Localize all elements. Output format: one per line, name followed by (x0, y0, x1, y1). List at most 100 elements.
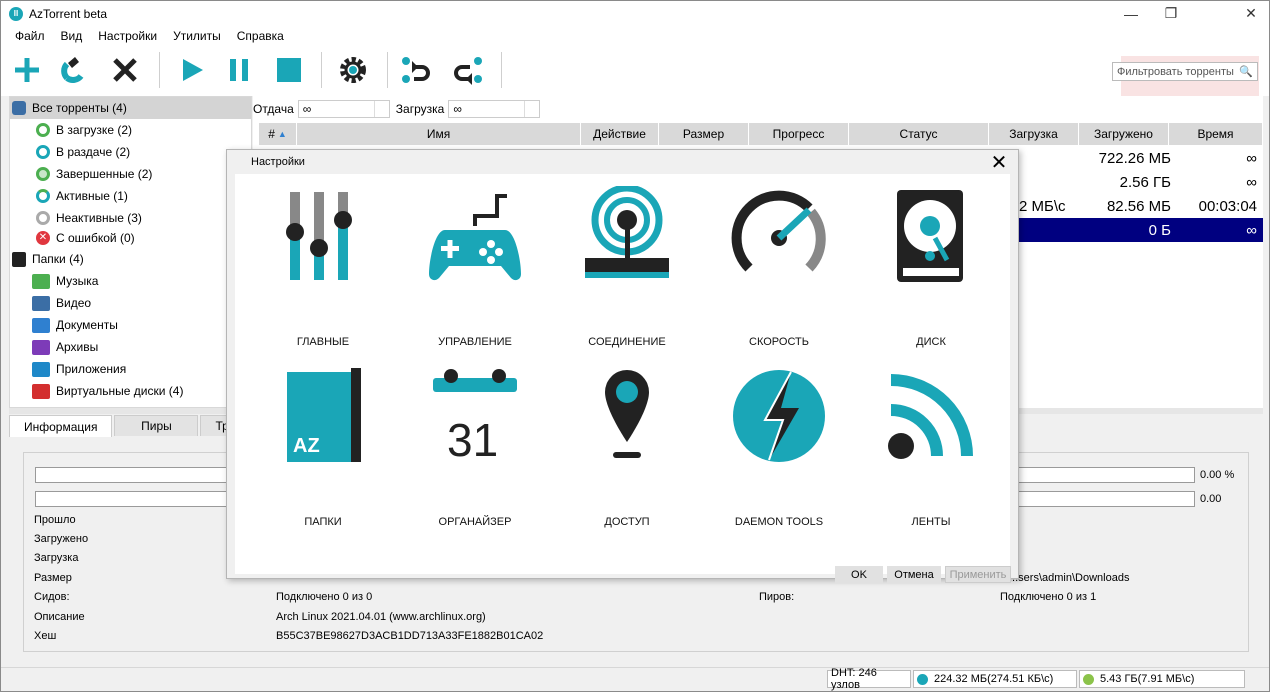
description-value: Arch Linux 2021.04.01 (www.archlinux.org… (276, 611, 486, 623)
sidebar-item-label: В загрузке (2) (56, 123, 132, 137)
col-size[interactable]: Размер (659, 123, 749, 145)
move-down-icon[interactable] (449, 52, 485, 88)
sidebar-item-folders[interactable]: Папки (4) (12, 248, 84, 270)
sidebar-item-label: Папки (4) (32, 252, 84, 266)
settings-disk[interactable]: ДИСК (855, 178, 1007, 348)
sidebar-item-music[interactable]: Музыка (32, 270, 98, 292)
lightning-icon (733, 370, 825, 462)
col-number[interactable]: # ▲ (259, 123, 297, 145)
toolbar-separator (321, 52, 322, 88)
sidebar-item-label: Музыка (56, 274, 99, 288)
completed-icon (36, 167, 50, 181)
upload-limit-input[interactable]: ∞ (297, 100, 390, 118)
filter-torrents-input[interactable]: Фильтровать торренты 🔍 (1112, 62, 1258, 81)
menu-view[interactable]: Вид (61, 29, 83, 43)
settings-speed[interactable]: СКОРОСТЬ (703, 178, 855, 348)
settings-folders[interactable]: AZ ПАПКИ (247, 358, 399, 528)
download-dot-icon (917, 673, 928, 685)
settings-control[interactable]: УПРАВЛЕНИЕ (399, 178, 551, 348)
minimize-button[interactable]: — (1111, 1, 1151, 26)
cancel-button[interactable]: Отмена (887, 566, 941, 583)
speedometer-icon (731, 190, 826, 272)
col-time[interactable]: Время (1169, 123, 1263, 145)
col-status[interactable]: Статус (849, 123, 989, 145)
settings-connection[interactable]: СОЕДИНЕНИЕ (551, 178, 703, 348)
settings-access-label: ДОСТУП (604, 516, 650, 528)
play-icon[interactable] (173, 52, 209, 88)
table-row[interactable]: 722.26 МБ ∞ (1019, 146, 1263, 170)
map-pin-icon (605, 370, 649, 458)
move-up-icon[interactable] (399, 52, 435, 88)
stop-icon[interactable] (271, 52, 307, 88)
menu-tools[interactable]: Утилиты (173, 29, 221, 43)
music-icon (32, 273, 50, 289)
hash-value: B55C37BE98627D3ACB1DD713A33FE1882B01CA02 (276, 630, 544, 642)
downloaded-label: Загружено (34, 533, 89, 545)
apply-button[interactable]: Применить (945, 566, 1011, 583)
sidebar-item-label: Завершенные (2) (56, 167, 153, 181)
table-row-selected[interactable]: 0 Б ∞ (1019, 218, 1263, 242)
sliders-icon (286, 192, 352, 280)
add-icon[interactable] (9, 52, 45, 88)
sidebar-item-label: Активные (1) (56, 189, 128, 203)
settings-feeds-label: ЛЕНТЫ (911, 516, 951, 528)
table-row[interactable]: 2 МБ\с 82.56 МБ 00:03:04 (1019, 194, 1263, 218)
menu-bar: Файл Вид Настройки Утилиты Справка (1, 26, 1269, 46)
tab-peers[interactable]: Пиры (114, 415, 199, 436)
restore-button[interactable]: ❐ (1151, 1, 1191, 26)
tab-info[interactable]: Информация (9, 415, 113, 437)
sidebar-item-all[interactable]: Все торренты (4) (10, 97, 251, 119)
delete-icon[interactable] (107, 52, 143, 88)
sidebar-item-error[interactable]: ✕ С ошибкой (0) (36, 227, 135, 249)
settings-disk-label: ДИСК (916, 336, 946, 348)
row-time: 00:03:04 (1198, 197, 1257, 215)
sidebar-item-virtual-disks[interactable]: Виртуальные диски (4) (32, 380, 183, 402)
toolbar-separator (387, 52, 388, 88)
rss-icon (888, 374, 973, 459)
settings-icon[interactable] (335, 52, 371, 88)
col-downloaded[interactable]: Загружено (1079, 123, 1169, 145)
close-window-button[interactable]: ✕ (1231, 1, 1270, 26)
apps-icon (32, 361, 50, 377)
sidebar-item-active[interactable]: Активные (1) (36, 185, 128, 207)
sidebar-item-label: Приложения (56, 362, 127, 376)
magnet-icon[interactable] (57, 52, 93, 88)
col-progress[interactable]: Прогресс (749, 123, 849, 145)
sidebar-item-documents[interactable]: Документы (32, 314, 118, 336)
sidebar-item-video[interactable]: Видео (32, 292, 91, 314)
settings-folders-label: ПАПКИ (304, 516, 342, 528)
table-row[interactable]: 2.56 ГБ ∞ (1019, 170, 1263, 194)
sidebar-item-apps[interactable]: Приложения (32, 358, 126, 380)
settings-general[interactable]: ГЛАВНЫЕ (247, 178, 399, 348)
settings-access[interactable]: ДОСТУП (551, 358, 703, 528)
description-label: Описание (34, 611, 85, 623)
menu-settings[interactable]: Настройки (98, 29, 157, 43)
settings-daemon-tools[interactable]: DAEMON TOOLS (703, 358, 855, 528)
sort-asc-icon: ▲ (277, 129, 287, 139)
upload-limit-label: Отдача (253, 102, 294, 116)
download-label: Загрузка (34, 552, 79, 564)
sidebar-item-downloading[interactable]: В загрузке (2) (36, 119, 132, 141)
dialog-close-button[interactable]: ✕ (986, 150, 1012, 174)
peers-label: Пиров: (759, 591, 795, 603)
settings-feeds[interactable]: ЛЕНТЫ (855, 358, 1007, 528)
menu-help[interactable]: Справка (237, 29, 284, 43)
pause-icon[interactable] (221, 52, 257, 88)
row-time: ∞ (1246, 221, 1257, 239)
sidebar-item-seeding[interactable]: В раздаче (2) (36, 141, 130, 163)
settings-control-label: УПРАВЛЕНИЕ (438, 336, 512, 348)
sidebar-item-completed[interactable]: Завершенные (2) (36, 163, 152, 185)
col-name[interactable]: Имя (297, 123, 581, 145)
table-header: # ▲ Имя Действие Размер Прогресс Статус З… (259, 123, 1263, 145)
col-action[interactable]: Действие (581, 123, 659, 145)
seeding-icon (36, 145, 50, 159)
ok-button[interactable]: OK (835, 566, 883, 583)
size-label: Размер (34, 572, 72, 584)
sidebar-item-archives[interactable]: Архивы (32, 336, 98, 358)
settings-organizer[interactable]: 31 ОРГАНАЙЗЕР (399, 358, 551, 528)
download-limit-input[interactable]: ∞ (448, 100, 541, 118)
col-download[interactable]: Загрузка (989, 123, 1079, 145)
menu-file[interactable]: Файл (15, 29, 45, 43)
sidebar-item-inactive[interactable]: Неактивные (3) (36, 207, 142, 229)
settings-general-label: ГЛАВНЫЕ (296, 336, 350, 348)
